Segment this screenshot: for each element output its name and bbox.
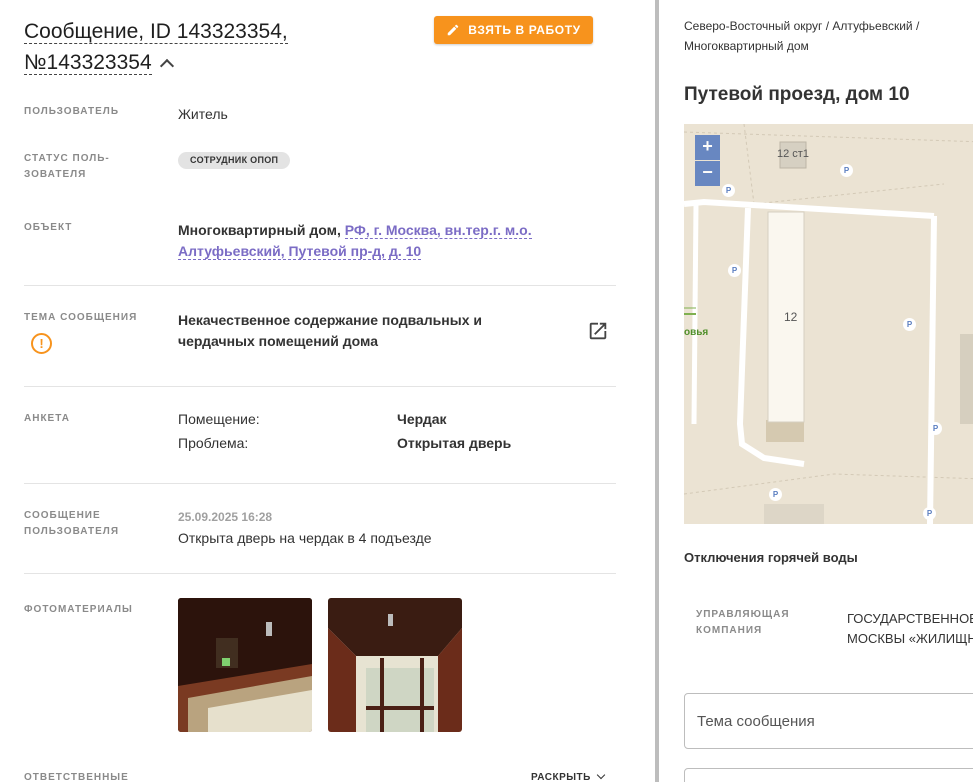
topic-value: Некачественное содержание подвальных и ч… <box>178 312 482 349</box>
expand-button[interactable]: РАСКРЫТЬ <box>531 770 606 782</box>
user-value: Житель <box>178 106 228 122</box>
topic-input[interactable] <box>685 694 973 748</box>
hot-water-title: Отключения горячей воды <box>684 550 858 565</box>
form-value-problem: Открытая дверь <box>397 435 512 451</box>
mgmt-company-label-line: КОМПАНИЯ <box>696 625 763 636</box>
parking-marker[interactable]: P <box>923 507 936 520</box>
next-input-wrapper[interactable] <box>684 768 973 782</box>
map[interactable]: 12 ст1 12 овья P P P P P P P + − <box>684 124 973 524</box>
divider <box>24 386 616 387</box>
user-label: ПОЛЬЗОВАТЕЛЬ <box>24 106 120 117</box>
topic-input-wrapper <box>684 693 973 749</box>
zoom-in-button[interactable]: + <box>695 135 720 160</box>
map-label-building: 12 <box>784 310 798 324</box>
parking-marker[interactable]: P <box>903 318 916 331</box>
divider <box>24 573 616 574</box>
message-date: 25.09.2025 16:28 <box>178 510 273 524</box>
zoom-out-button[interactable]: − <box>695 161 720 186</box>
mgmt-company-value: ГОСУДАРСТВЕННОЕ МОСКВЫ «ЖИЛИЩНИК <box>847 609 973 649</box>
breadcrumb-line[interactable]: Северо-Восточный округ / Алтуфьевский / <box>684 16 964 36</box>
message-title-text[interactable]: Сообщение, ID 143323354, №143323354 <box>24 20 288 75</box>
photos-label: ФОТОМАТЕРИАЛЫ <box>24 604 133 615</box>
chevron-up-icon[interactable] <box>159 58 174 74</box>
user-status-label: СТАТУС ПОЛЬ-ЗОВАТЕЛЯ <box>24 153 110 180</box>
photo-thumbnail[interactable] <box>328 598 462 732</box>
mgmt-company-value-line: ГОСУДАРСТВЕННОЕ <box>847 611 973 626</box>
mgmt-company-label-line: УПРАВЛЯЮЩАЯ <box>696 609 790 620</box>
breadcrumb: Северо-Восточный округ / Алтуфьевский / … <box>684 16 964 56</box>
divider <box>24 285 616 286</box>
user-message-label: СООБЩЕНИЕ ПОЛЬЗОВАТЕЛЯ <box>24 510 120 537</box>
form-value-room: Чердак <box>397 411 447 427</box>
message-detail-panel: Сообщение, ID 143323354, №143323354 ВЗЯТ… <box>0 0 655 782</box>
parking-marker[interactable]: P <box>722 184 735 197</box>
object-type: Многоквартирный дом, <box>178 222 341 238</box>
responsible-label: ОТВЕТСТВЕННЫЕ <box>24 772 129 782</box>
address-title: Путевой проезд, дом 10 <box>684 84 910 105</box>
map-label-building: 12 ст1 <box>777 148 809 160</box>
object-label: ОБЪЕКТ <box>24 222 73 233</box>
object-info-panel: Северо-Восточный округ / Алтуфьевский / … <box>659 0 973 782</box>
mgmt-company-value-line: МОСКВЫ «ЖИЛИЩНИК <box>847 631 973 646</box>
form-key-problem: Проблема: <box>178 435 249 451</box>
parking-marker[interactable]: P <box>769 488 782 501</box>
message-text: Открыта дверь на чердак в 4 подъезде <box>178 530 432 546</box>
message-title[interactable]: Сообщение, ID 143323354, №143323354 <box>24 16 404 78</box>
breadcrumb-line[interactable]: Многоквартирный дом <box>684 36 964 56</box>
parking-marker[interactable]: P <box>728 264 741 277</box>
user-status-badge: СОТРУДНИК ОПОП <box>178 152 291 169</box>
object-value: Многоквартирный дом, РФ, г. Москва, вн.т… <box>178 220 618 262</box>
form-key-room: Помещение: <box>178 411 260 427</box>
pencil-icon <box>448 24 459 36</box>
mgmt-company-label: УПРАВЛЯЮЩАЯ КОМПАНИЯ <box>696 607 790 639</box>
chevron-down-icon <box>596 770 606 780</box>
photo-thumbnail[interactable] <box>178 598 312 732</box>
warning-circle-icon: ! <box>31 333 52 354</box>
topic-label: ТЕМА СООБЩЕНИЯ <box>24 312 138 323</box>
take-to-work-button[interactable]: ВЗЯТЬ В РАБОТУ <box>434 16 593 44</box>
open-in-new-icon[interactable] <box>587 320 609 342</box>
form-label: АНКЕТА <box>24 413 70 424</box>
parking-marker[interactable]: P <box>840 164 853 177</box>
map-label-street: овья <box>684 327 709 338</box>
parking-marker[interactable]: P <box>929 422 942 435</box>
divider <box>24 483 616 484</box>
expand-label: РАСКРЫТЬ <box>531 772 591 782</box>
take-to-work-label: ВЗЯТЬ В РАБОТУ <box>468 23 581 37</box>
